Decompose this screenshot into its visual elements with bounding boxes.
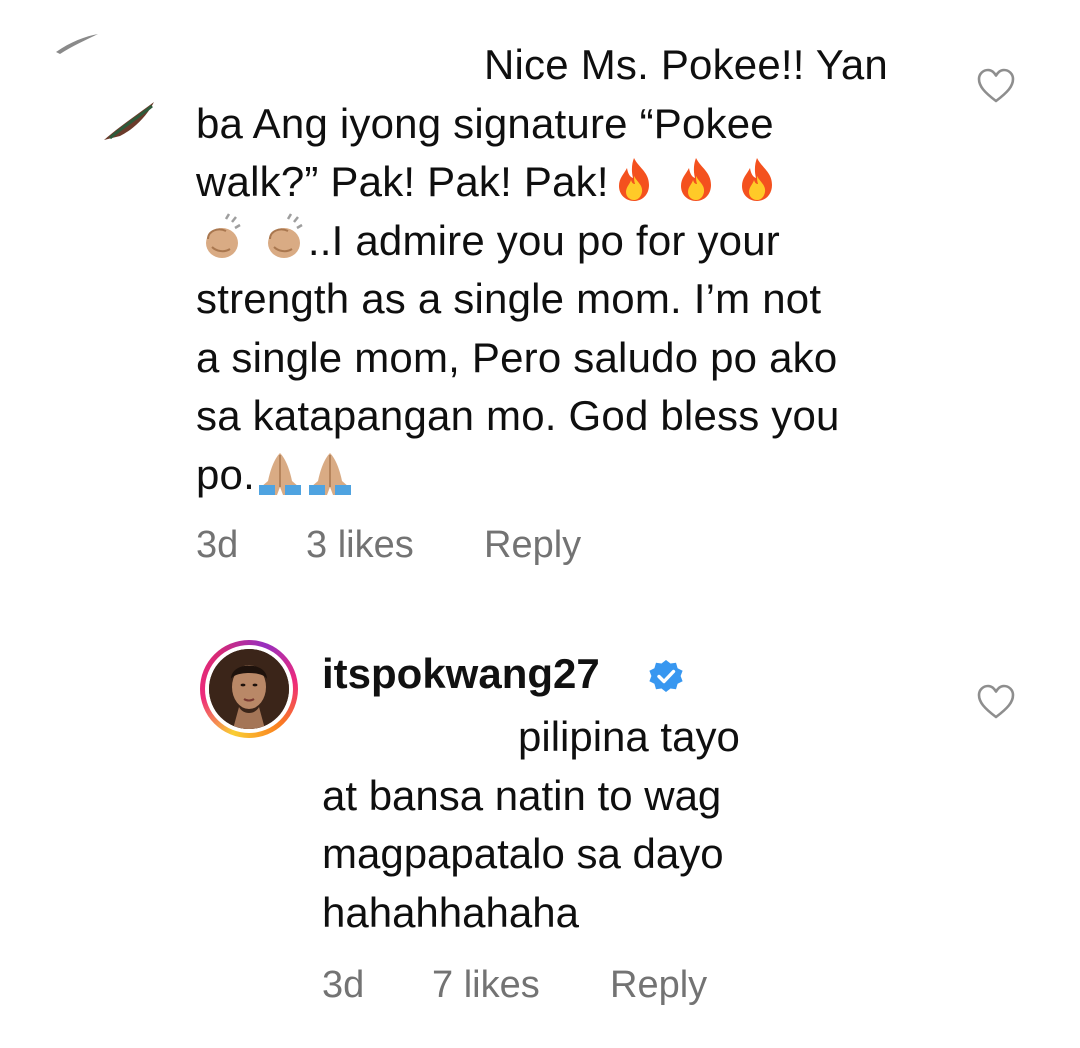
avatar[interactable]	[200, 640, 298, 738]
comment-line: ..I admire you po for your	[307, 216, 780, 264]
comment-line: po.	[196, 450, 255, 498]
like-heart-icon[interactable]	[976, 66, 1016, 106]
comment-line-with-emoji: ..I admire you po for your	[196, 212, 956, 271]
comment-meta: 3d 7 likes Reply	[322, 964, 822, 1010]
comment-meta: 3d 3 likes Reply	[196, 524, 696, 570]
likes-count-button[interactable]: 7 likes	[432, 964, 540, 1007]
fire-emoji-icon	[618, 158, 649, 201]
comment-line: at bansa natin to wag	[322, 771, 722, 819]
reply-button[interactable]: Reply	[610, 964, 707, 1007]
comment-line-with-emoji: walk?” Pak! Pak! Pak!	[196, 153, 956, 212]
folded-hands-emoji-icon	[259, 452, 301, 495]
clapping-hands-emoji-icon	[206, 212, 241, 258]
comment-line: strength as a single mom. I’m not	[196, 275, 822, 322]
like-heart-icon[interactable]	[976, 682, 1016, 722]
comment-line: Nice Ms. Pokee!! Yan	[484, 41, 888, 88]
verified-badge-icon	[649, 660, 683, 692]
comment-line: hahahhahaha	[322, 888, 579, 936]
comment-line: ba Ang iyong signature “Pokee	[196, 99, 774, 147]
avatar-photo	[209, 649, 289, 729]
likes-count-button[interactable]: 3 likes	[306, 524, 414, 567]
comment-time: 3d	[196, 524, 239, 566]
fire-emoji-icon	[680, 158, 711, 201]
comment-username[interactable]: itspokwang27	[322, 650, 600, 698]
comment-text: Nice Ms. Pokee!! Yan ba Ang iyong signatu…	[196, 36, 956, 504]
profile-photo-icon	[209, 649, 289, 729]
reply-button[interactable]: Reply	[484, 524, 581, 567]
comment-line: walk?” Pak! Pak! Pak!	[196, 158, 609, 205]
comment-line: pilipina tayo	[518, 713, 740, 760]
folded-hands-emoji-icon	[309, 452, 351, 495]
comment-line: sa katapangan mo. God bless you	[196, 392, 840, 439]
clapping-hands-emoji-icon	[267, 212, 303, 258]
comment-line-with-emoji: po.	[196, 446, 956, 505]
comment-line: magpapatalo sa dayo	[322, 830, 724, 877]
comment-text: pilipina tayo at bansa natin to wag magpap…	[322, 708, 882, 942]
avatar-gap	[205, 645, 293, 733]
fire-emoji-icon	[742, 158, 773, 201]
avatar-fragment	[56, 34, 154, 140]
comment-time: 3d	[322, 964, 365, 1006]
comment-line: a single mom, Pero saludo po ako	[196, 333, 838, 381]
